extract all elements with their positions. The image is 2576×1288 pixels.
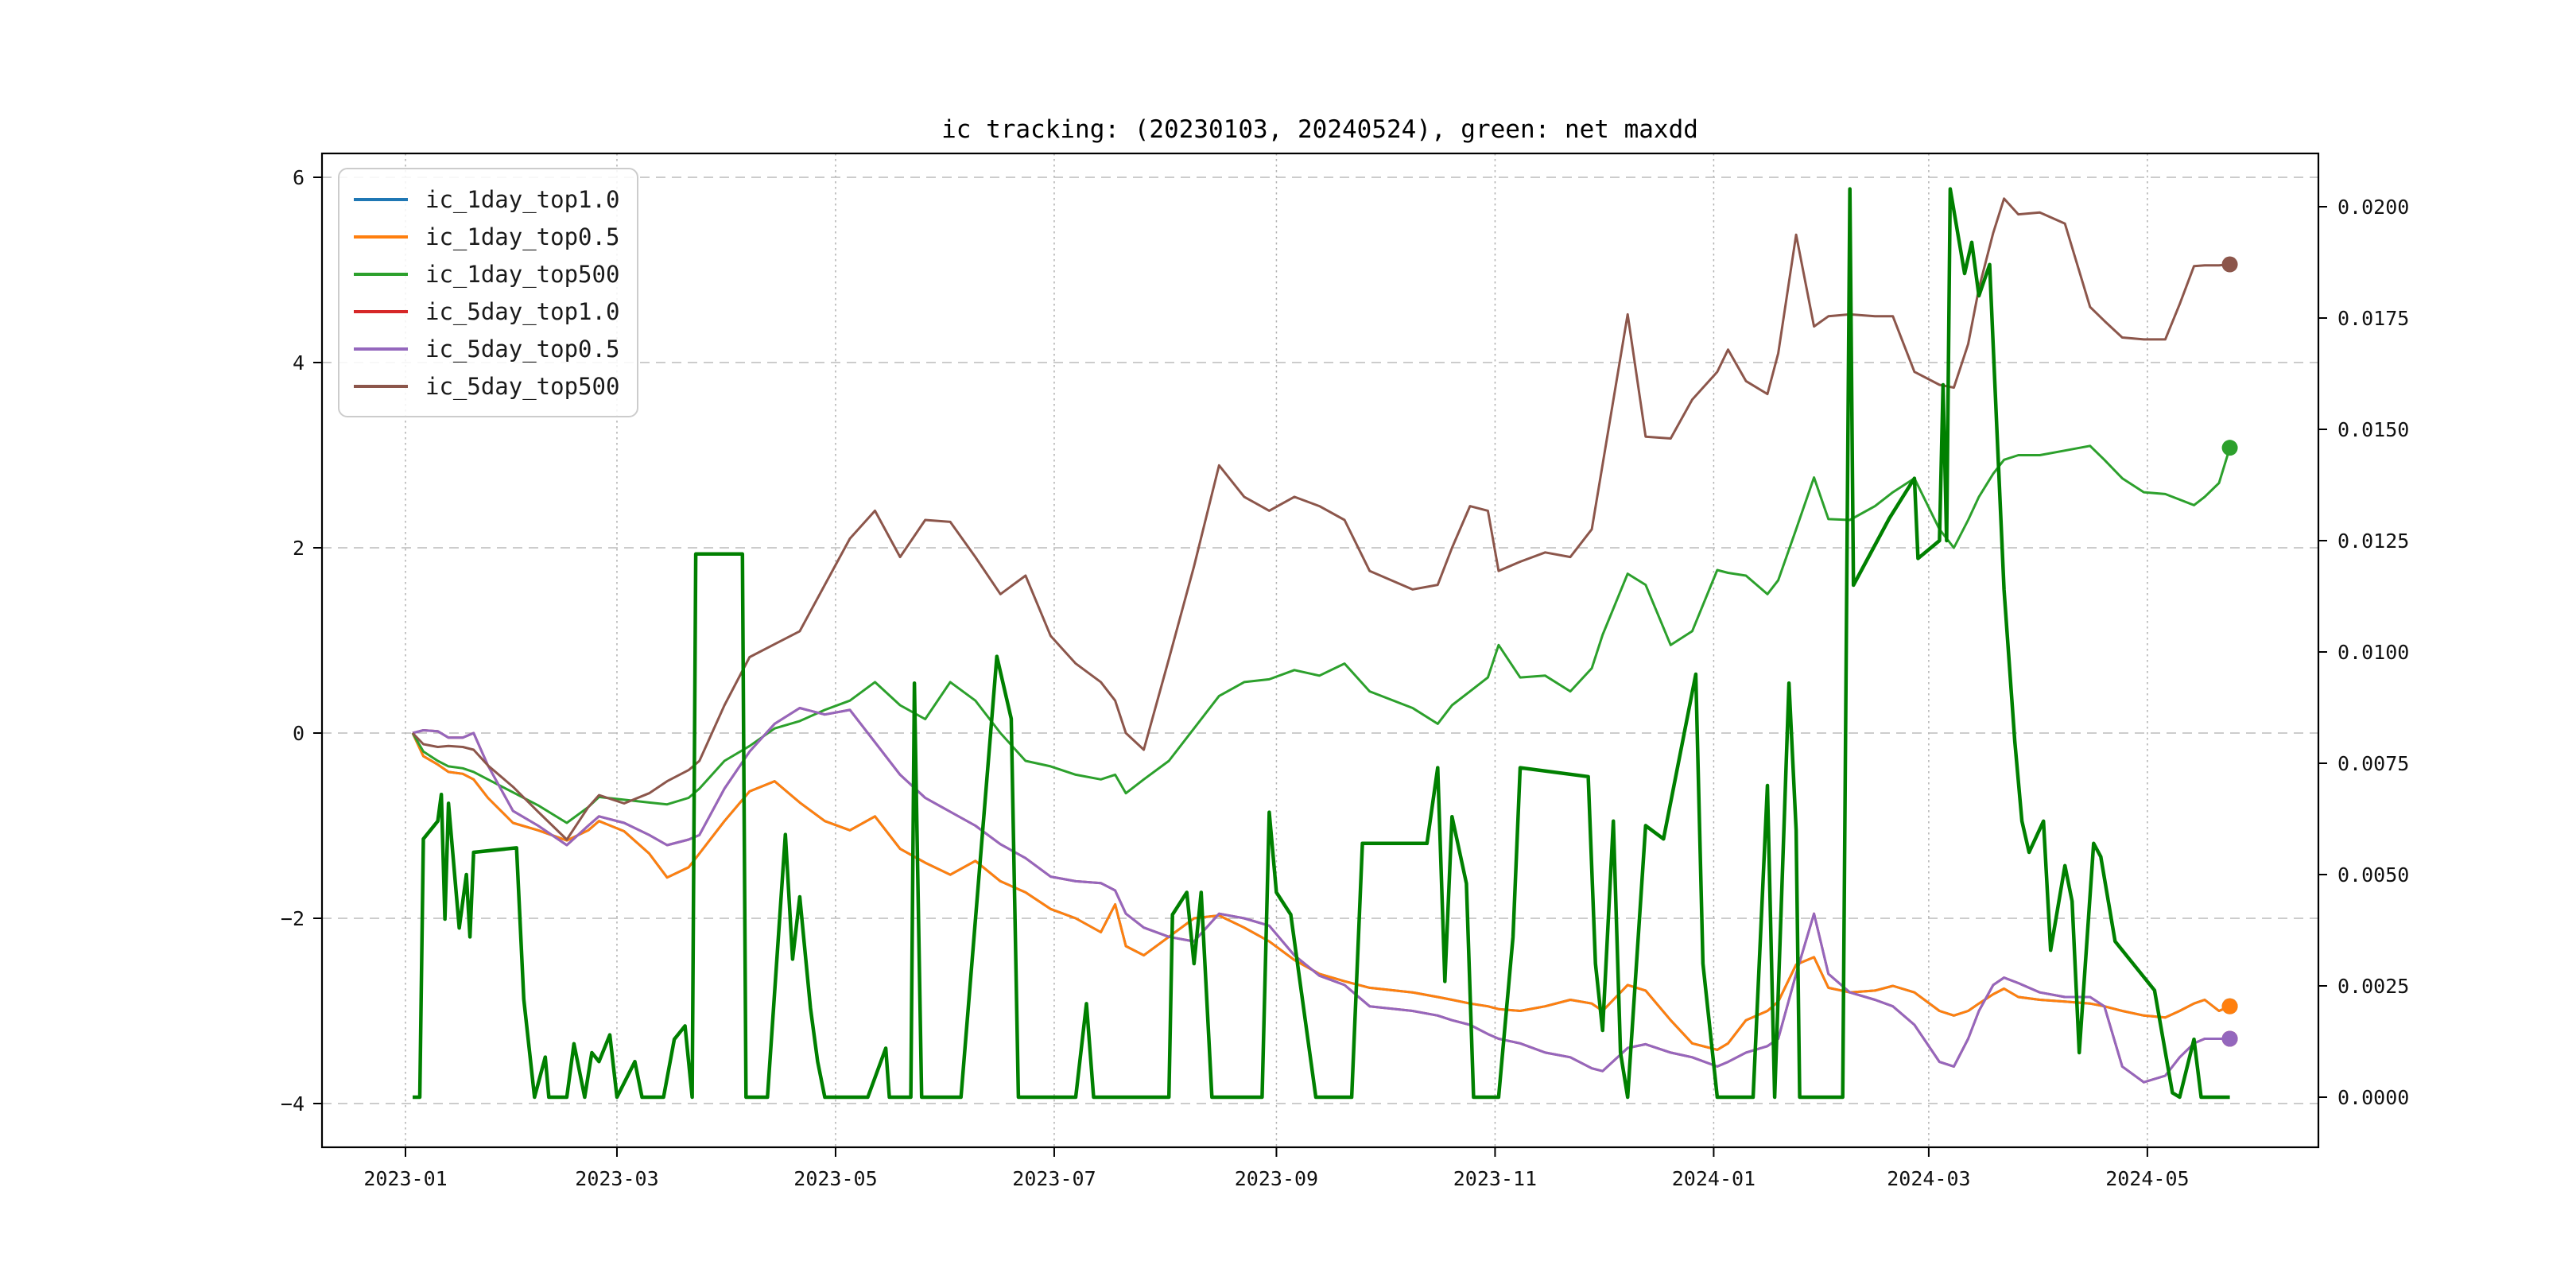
legend-swatch bbox=[354, 310, 408, 313]
right-tick-label: 0.0025 bbox=[2337, 975, 2409, 998]
legend-label: ic_1day_top500 bbox=[425, 261, 619, 288]
legend-label: ic_5day_top1.0 bbox=[425, 298, 619, 325]
right-tick-label: 0.0100 bbox=[2337, 641, 2409, 664]
end-marker-ic_1day_top0.5 bbox=[2222, 999, 2238, 1014]
left-tick-label: −4 bbox=[281, 1092, 305, 1115]
end-marker-ic_1day_top500 bbox=[2222, 440, 2238, 456]
x-tick-label: 2023-07 bbox=[1012, 1167, 1096, 1190]
legend-label: ic_5day_top0.5 bbox=[425, 336, 619, 363]
legend-item-ic_1day_top1.0: ic_1day_top1.0 bbox=[354, 180, 619, 218]
right-tick-label: 0.0175 bbox=[2337, 307, 2409, 330]
legend-label: ic_1day_top0.5 bbox=[425, 223, 619, 250]
legend-item-ic_5day_top0.5: ic_5day_top0.5 bbox=[354, 330, 619, 367]
right-tick-label: 0.0125 bbox=[2337, 530, 2409, 553]
right-tick-label: 0.0050 bbox=[2337, 863, 2409, 886]
right-tick-label: 0.0150 bbox=[2337, 418, 2409, 441]
left-tick-label: 2 bbox=[293, 537, 305, 560]
legend-label: ic_1day_top1.0 bbox=[425, 186, 619, 213]
x-tick-label: 2024-05 bbox=[2105, 1167, 2189, 1190]
left-tick-label: 6 bbox=[293, 166, 305, 189]
legend-swatch bbox=[354, 385, 408, 388]
legend-label: ic_5day_top500 bbox=[425, 373, 619, 400]
legend-item-ic_1day_top0.5: ic_1day_top0.5 bbox=[354, 218, 619, 255]
legend-swatch bbox=[354, 235, 408, 239]
legend-swatch bbox=[354, 198, 408, 201]
left-tick-label: 0 bbox=[293, 722, 305, 745]
legend-swatch bbox=[354, 347, 408, 351]
left-tick-label: 4 bbox=[293, 351, 305, 374]
x-tick-label: 2023-11 bbox=[1453, 1167, 1537, 1190]
end-marker-ic_5day_top0.5 bbox=[2222, 1030, 2238, 1046]
end-marker-ic_5day_top500 bbox=[2222, 257, 2238, 273]
x-tick-label: 2024-01 bbox=[1672, 1167, 1755, 1190]
x-tick-label: 2024-03 bbox=[1887, 1167, 1970, 1190]
legend-item-ic_5day_top1.0: ic_5day_top1.0 bbox=[354, 293, 619, 330]
x-tick-label: 2023-05 bbox=[793, 1167, 877, 1190]
right-tick-label: 0.0075 bbox=[2337, 752, 2409, 775]
x-tick-label: 2023-01 bbox=[363, 1167, 447, 1190]
legend-item-ic_5day_top500: ic_5day_top500 bbox=[354, 367, 619, 405]
legend-item-ic_1day_top500: ic_1day_top500 bbox=[354, 255, 619, 293]
right-tick-label: 0.0200 bbox=[2337, 196, 2409, 219]
left-tick-label: −2 bbox=[281, 907, 305, 930]
x-tick-label: 2023-03 bbox=[575, 1167, 658, 1190]
chart-title: ic tracking: (20230103, 20240524), green… bbox=[941, 115, 1698, 144]
legend: ic_1day_top1.0 ic_1day_top0.5 ic_1day_top5… bbox=[338, 168, 638, 417]
legend-swatch bbox=[354, 273, 408, 276]
right-tick-label: 0.0000 bbox=[2337, 1086, 2409, 1109]
x-tick-label: 2023-09 bbox=[1235, 1167, 1318, 1190]
